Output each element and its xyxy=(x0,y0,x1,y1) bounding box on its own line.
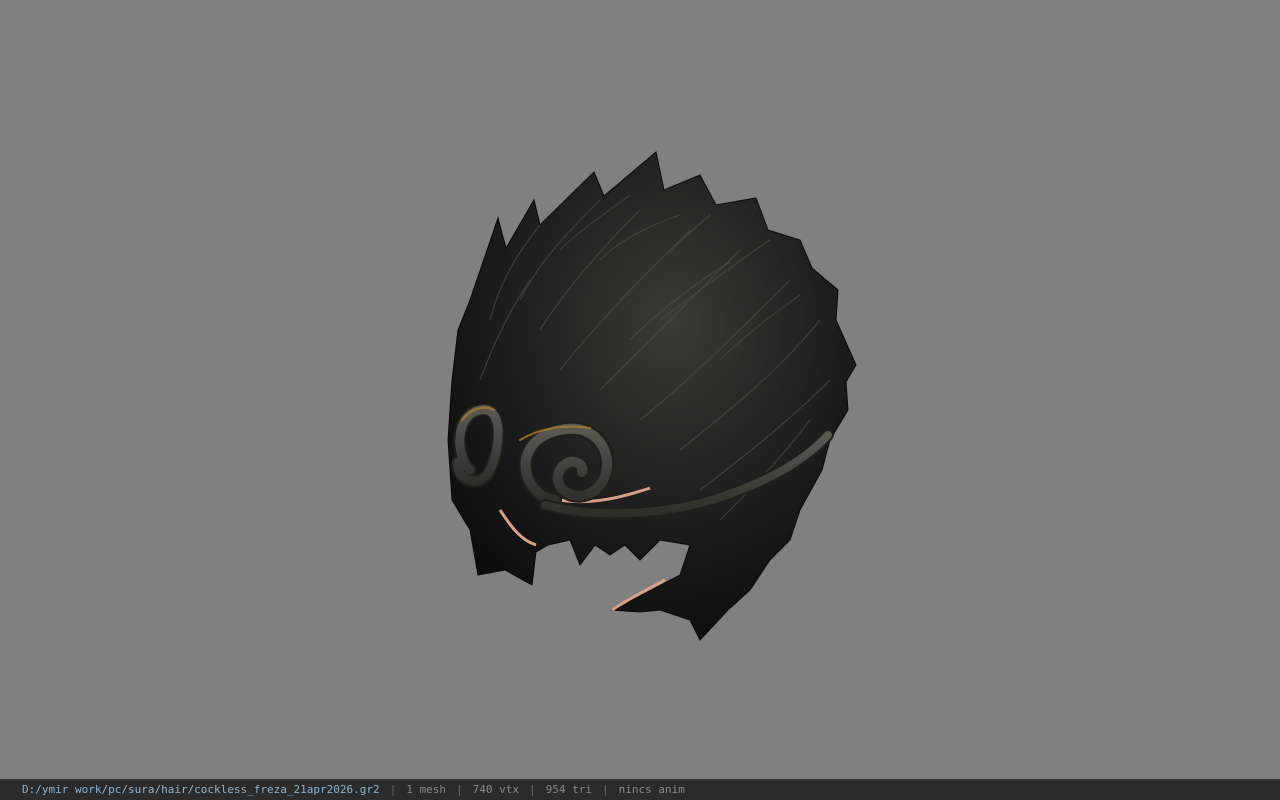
hair-mass xyxy=(447,151,857,641)
file-path: D:/ymir work/pc/sura/hair/cockless_freza… xyxy=(22,783,380,796)
vertex-count: 740 vtx xyxy=(472,783,519,796)
animation-status: nincs anim xyxy=(618,783,685,796)
status-separator: | xyxy=(389,783,397,796)
status-bar: D:/ymir work/pc/sura/hair/cockless_freza… xyxy=(0,779,1280,800)
triangle-count: 954 tri xyxy=(545,783,592,796)
status-separator: | xyxy=(456,783,463,796)
status-separator: | xyxy=(601,783,609,796)
3d-viewport[interactable] xyxy=(0,0,1280,779)
hair-model-render xyxy=(447,151,857,641)
status-separator: | xyxy=(528,783,536,796)
mesh-count: 1 mesh xyxy=(406,783,446,796)
